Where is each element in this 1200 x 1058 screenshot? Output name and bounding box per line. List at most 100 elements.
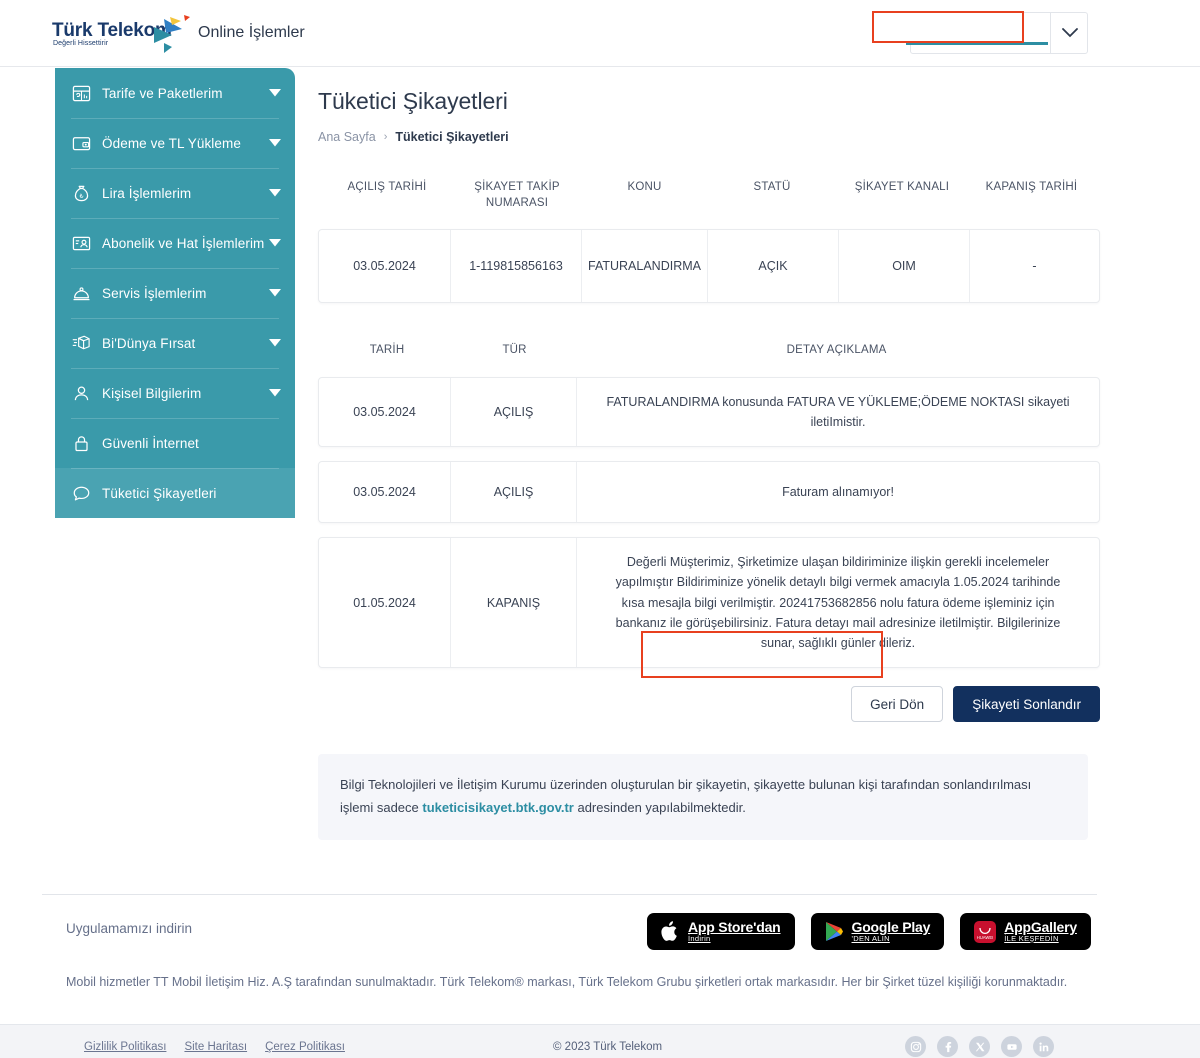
x-icon[interactable] bbox=[969, 1036, 990, 1057]
chevron-down-icon bbox=[1061, 28, 1078, 38]
google-play-line2: 'DEN ALIN bbox=[851, 933, 890, 943]
footer-links: Gizlilik Politikası Site Haritası Çerez Po… bbox=[84, 1041, 345, 1053]
breadcrumb-current: Tüketici Şikayetleri bbox=[395, 130, 509, 144]
google-play-line1: Google Play bbox=[851, 919, 931, 936]
app-store-line1: App Store'dan bbox=[688, 919, 781, 936]
detail-cell-tur: KAPANIŞ bbox=[450, 538, 576, 668]
sidebar-item-6[interactable]: Kişisel Bilgilerim bbox=[55, 368, 295, 418]
sidebar-item-8[interactable]: Tüketici Şikayetleri bbox=[55, 468, 295, 518]
appgallery-badge[interactable]: HUAWEI AppGallery İLE KEŞFEDİN bbox=[960, 913, 1091, 950]
google-play-badge[interactable]: Google Play 'DEN ALIN bbox=[810, 913, 945, 950]
detail-header-cell: TARİH bbox=[369, 344, 405, 357]
chevron-down-icon[interactable] bbox=[269, 139, 281, 147]
sidebar-item-5[interactable]: Bi'Dünya Fırsat bbox=[55, 318, 295, 368]
footer-link-2[interactable]: Çerez Politikası bbox=[265, 1041, 345, 1053]
legal-text: Mobil hizmetler TT Mobil İletişim Hiz. A… bbox=[66, 975, 1068, 989]
summary-cell-konu: FATURALANDIRMA bbox=[581, 230, 707, 303]
detail-cell-detay: Faturam alınamıyor! bbox=[576, 462, 1099, 523]
summary-cell-kanal: OIM bbox=[838, 230, 969, 303]
footer-link-0[interactable]: Gizlilik Politikası bbox=[84, 1041, 166, 1053]
breadcrumb-separator-icon: › bbox=[383, 131, 388, 143]
sidebar-item-1[interactable]: Ödeme ve TL Yükleme bbox=[55, 118, 295, 168]
sidebar-item-7[interactable]: Güvenli İnternet bbox=[55, 418, 295, 468]
summary-cell-statu: AÇIK bbox=[707, 230, 838, 303]
page-title: Tüketici Şikayetleri bbox=[318, 88, 508, 114]
table-row[interactable]: 03.05.2024 AÇILIŞ Faturam alınamıyor! bbox=[318, 461, 1100, 524]
table-row[interactable]: 01.05.2024 KAPANIŞ Değerli Müşterimiz, Şir… bbox=[318, 537, 1100, 669]
sidebar-item-3[interactable]: Abonelik ve Hat İşlemlerim bbox=[55, 218, 295, 268]
action-buttons: Geri Dön Şikayeti Sonlandır bbox=[318, 686, 1100, 723]
sidebar-item-label: Servis İşlemlerim bbox=[102, 285, 207, 301]
chevron-down-icon[interactable] bbox=[269, 189, 281, 197]
account-dropdown-toggle[interactable] bbox=[1050, 12, 1088, 54]
bell-icon bbox=[71, 283, 91, 303]
chevron-down-icon[interactable] bbox=[269, 389, 281, 397]
btk-link[interactable]: tuketicisikayet.btk.gov.tr bbox=[422, 800, 573, 815]
lock-icon bbox=[71, 433, 91, 453]
logo-arrows-icon bbox=[154, 15, 190, 53]
app-store-badge[interactable]: App Store'dan İndirin bbox=[647, 913, 795, 950]
summary-cell-kapanis_tarihi: - bbox=[969, 230, 1099, 303]
chevron-down-icon[interactable] bbox=[269, 239, 281, 247]
detail-header-cell: TÜR bbox=[502, 344, 527, 357]
chevron-down-icon[interactable] bbox=[269, 89, 281, 97]
app-store-badges: App Store'dan İndirin Google Play 'DEN A… bbox=[647, 913, 1091, 950]
table-row[interactable]: 03.05.2024 1-119815856163 FATURALANDIRMA AÇ… bbox=[318, 229, 1100, 304]
google-play-icon bbox=[825, 922, 843, 941]
breadcrumb: Ana Sayfa › Tüketici Şikayetleri bbox=[318, 130, 1100, 144]
money-bag-icon: ₺ bbox=[71, 183, 91, 203]
sidebar-item-2[interactable]: ₺ Lira İşlemlerim bbox=[55, 168, 295, 218]
calendar-icon bbox=[71, 83, 91, 103]
appgallery-line1: AppGallery bbox=[1004, 919, 1077, 936]
google-play-badge-text: Google Play 'DEN ALIN bbox=[852, 920, 931, 943]
detail-table-body: 03.05.2024 AÇILIŞ FATURALANDIRMA konusunda… bbox=[318, 376, 1100, 669]
download-apps-label: Uygulamamızı indirin bbox=[66, 921, 193, 936]
summary-header-cell: KONU bbox=[627, 181, 662, 193]
detail-header-cell: DETAY AÇIKLAMA bbox=[786, 344, 887, 357]
chevron-down-icon[interactable] bbox=[269, 289, 281, 297]
brand-label: Online İşlemler bbox=[198, 24, 305, 41]
appgallery-icon: HUAWEI bbox=[974, 920, 997, 943]
detail-cell-detay: FATURALANDIRMA konusunda FATURA VE YÜKLE… bbox=[576, 377, 1099, 447]
linkedin-icon[interactable] bbox=[1033, 1036, 1054, 1057]
summary-cell-takip_numarasi: 1-119815856163 bbox=[450, 230, 581, 303]
table-row[interactable]: 03.05.2024 AÇILIŞ FATURALANDIRMA konusunda… bbox=[318, 376, 1100, 448]
instagram-icon[interactable] bbox=[905, 1036, 926, 1057]
back-button[interactable]: Geri Dön bbox=[851, 686, 944, 723]
detail-cell-tarih: 01.05.2024 bbox=[353, 595, 416, 610]
footer-link-1[interactable]: Site Haritası bbox=[184, 1041, 247, 1053]
finalize-complaint-button[interactable]: Şikayeti Sonlandır bbox=[953, 686, 1100, 723]
top-header: Türk Telekom Değerli Hissettirir Online … bbox=[0, 0, 1200, 67]
detail-table-header: TARİH TÜR DETAY AÇIKLAMA bbox=[318, 335, 1100, 367]
detail-cell-tarih: 03.05.2024 bbox=[353, 404, 416, 419]
sidebar-item-0[interactable]: Tarife ve Paketlerim bbox=[55, 68, 295, 118]
detail-cell-tur: AÇILIŞ bbox=[450, 462, 576, 523]
sidebar-item-label: Tarife ve Paketlerim bbox=[102, 85, 223, 101]
summary-cell-acilis_tarihi: 03.05.2024 bbox=[353, 258, 416, 273]
summary-table-body: 03.05.2024 1-119815856163 FATURALANDIRMA AÇ… bbox=[318, 229, 1100, 304]
breadcrumb-home[interactable]: Ana Sayfa bbox=[318, 130, 376, 144]
app-store-badge-text: App Store'dan İndirin bbox=[688, 920, 781, 943]
sidebar-item-label: Lira İşlemlerim bbox=[102, 185, 192, 201]
apple-icon bbox=[661, 921, 677, 941]
facebook-icon[interactable] bbox=[937, 1036, 958, 1057]
chat-bubble-icon bbox=[71, 483, 91, 503]
detail-cell-tarih: 03.05.2024 bbox=[353, 484, 416, 499]
svg-text:HUAWEI: HUAWEI bbox=[977, 935, 994, 940]
app-store-line2: İndirin bbox=[688, 933, 711, 943]
summary-header-cell: ŞİKAYET TAKİP NUMARASI bbox=[474, 181, 560, 209]
sidebar-item-4[interactable]: Servis İşlemlerim bbox=[55, 268, 295, 318]
social-icons bbox=[905, 1036, 1054, 1057]
redaction-box-account bbox=[872, 11, 1024, 43]
info-panel: Bilgi Teknolojileri ve İletişim Kurumu ü… bbox=[318, 754, 1088, 840]
youtube-icon[interactable] bbox=[1001, 1036, 1022, 1057]
chevron-down-icon[interactable] bbox=[269, 339, 281, 347]
appgallery-badge-text: AppGallery İLE KEŞFEDİN bbox=[1004, 920, 1077, 943]
summary-header-cell: KAPANIŞ TARİHİ bbox=[985, 181, 1078, 193]
detail-cell-tur: AÇILIŞ bbox=[450, 377, 576, 447]
brand-logo[interactable]: Türk Telekom Değerli Hissettirir bbox=[52, 13, 192, 55]
summary-header-cell: ŞİKAYET KANALI bbox=[854, 181, 950, 193]
svg-text:₺: ₺ bbox=[79, 192, 83, 199]
sidebar-item-label: Tüketici Şikayetleri bbox=[102, 485, 217, 501]
sidebar-nav: Tarife ve Paketlerim Ödeme ve TL Yükleme ₺… bbox=[55, 68, 295, 518]
